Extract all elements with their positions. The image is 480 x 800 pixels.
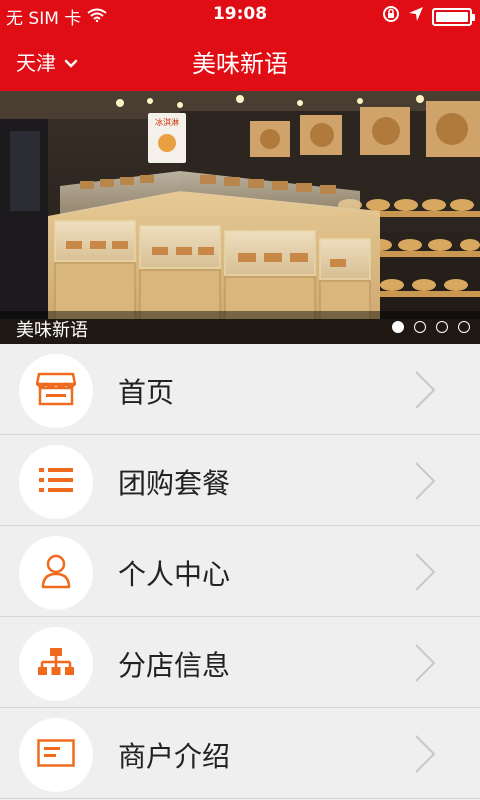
menu-item-label: 首页 xyxy=(118,376,175,409)
menu-item-merchant-intro[interactable]: 商户介绍 xyxy=(0,708,480,799)
carousel-dot[interactable] xyxy=(436,321,448,333)
chevron-right-icon xyxy=(414,461,436,505)
menu-item-label: 团购套餐 xyxy=(118,467,231,500)
page-title: 美味新语 xyxy=(192,50,288,78)
menu-icon-circle xyxy=(19,445,93,519)
menu-icon-circle xyxy=(19,627,93,701)
branch-icon xyxy=(38,647,74,681)
menu-item-group-buy[interactable]: 团购套餐 xyxy=(0,435,480,526)
banner-caption-bar: 美味新语 xyxy=(0,311,480,344)
status-bar: 无 SIM 卡 19:08 xyxy=(0,0,480,30)
banner-caption: 美味新语 xyxy=(16,320,88,341)
person-icon xyxy=(40,553,72,593)
status-right xyxy=(382,5,475,28)
location-icon xyxy=(408,6,424,27)
carousel-dot[interactable] xyxy=(414,321,426,333)
menu-item-label: 个人中心 xyxy=(118,558,231,591)
menu-item-branches[interactable]: 分店信息 xyxy=(0,617,480,708)
chevron-right-icon xyxy=(414,552,436,596)
header: 无 SIM 卡 19:08 天津 美味新语 xyxy=(0,0,480,91)
card-icon xyxy=(37,739,75,771)
banner-sign-text: 冰淇淋 xyxy=(155,117,179,127)
chevron-right-icon xyxy=(414,734,436,778)
carousel-dot[interactable] xyxy=(392,321,404,333)
carousel-dot[interactable] xyxy=(458,321,470,333)
menu-item-label: 商户介绍 xyxy=(118,740,231,773)
chevron-right-icon xyxy=(414,370,436,414)
menu-icon-circle xyxy=(19,718,93,792)
menu-item-label: 分店信息 xyxy=(118,649,231,682)
main-menu: 首页 团购套餐 个人中心 分店信息 商户介绍 xyxy=(0,344,480,799)
nav-bar: 天津 美味新语 xyxy=(0,30,480,91)
shop-icon xyxy=(35,372,77,410)
rotation-lock-icon xyxy=(382,5,400,28)
menu-icon-circle xyxy=(19,354,93,428)
banner-carousel[interactable]: 冰淇淋 美味新语 xyxy=(0,91,480,344)
chevron-right-icon xyxy=(414,643,436,687)
list-icon xyxy=(38,466,74,498)
menu-item-profile[interactable]: 个人中心 xyxy=(0,526,480,617)
bakery-store-photo: 冰淇淋 xyxy=(0,91,480,344)
battery-icon xyxy=(432,7,475,26)
carousel-indicator xyxy=(392,321,470,333)
menu-item-home[interactable]: 首页 xyxy=(0,344,480,435)
menu-icon-circle xyxy=(19,536,93,610)
